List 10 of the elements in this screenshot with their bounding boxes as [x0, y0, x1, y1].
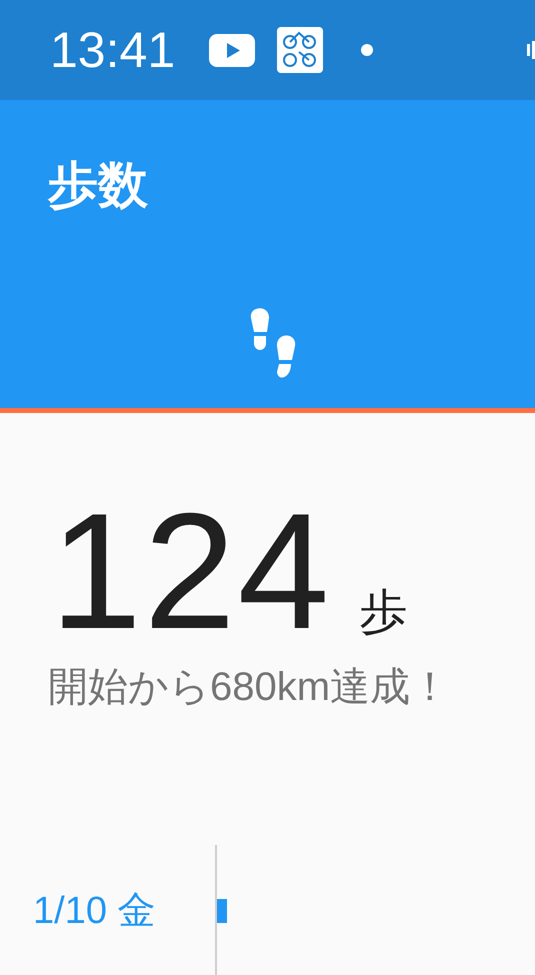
- vibrate-icon: [527, 41, 535, 59]
- achievement-message: 開始から680km達成！: [48, 664, 450, 711]
- dot-icon: [361, 44, 374, 56]
- day-date: 1/10 金: [32, 888, 157, 934]
- video-play-icon: [209, 34, 256, 66]
- page-title: 歩数: [46, 156, 149, 215]
- step-count: 124: [50, 491, 332, 651]
- step-unit: 歩: [359, 585, 408, 641]
- status-time: 13:41: [50, 21, 176, 79]
- bicycles-icon: [277, 27, 324, 73]
